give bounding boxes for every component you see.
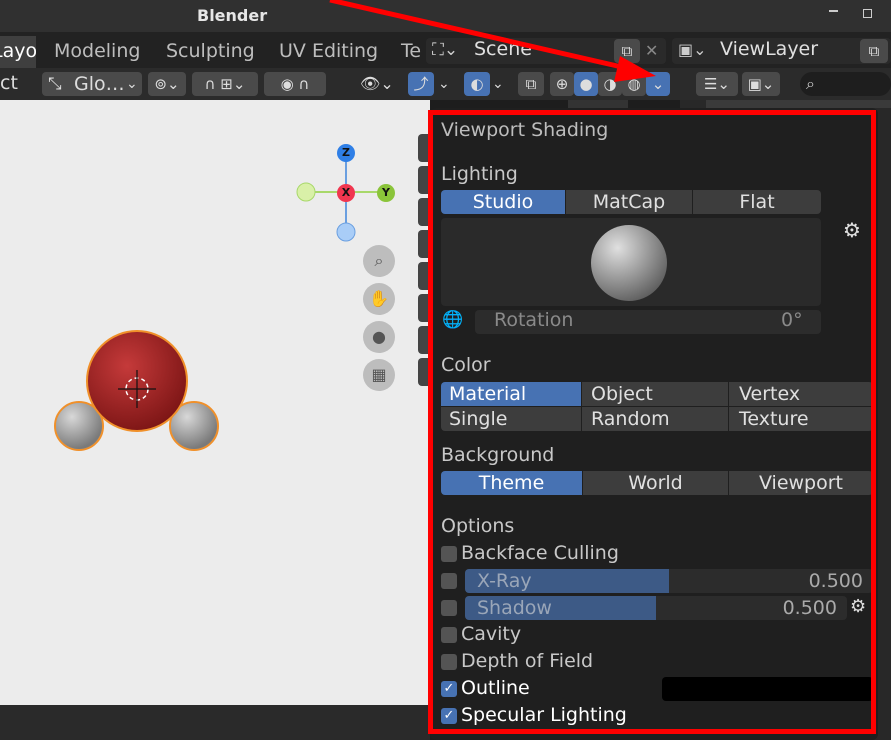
tab-modeling[interactable]: Modeling <box>54 40 140 62</box>
gizmo-icon: ⤴ <box>413 75 429 93</box>
pan-hand-icon[interactable]: ✋ <box>363 283 395 315</box>
outliner-display-mode[interactable]: ☰⌄ <box>696 72 738 96</box>
gizmo-toggle[interactable]: ⤴ <box>408 72 434 96</box>
gizmo-z-axis[interactable]: Z <box>337 144 355 162</box>
new-scene-button[interactable]: ⧉ <box>614 39 640 63</box>
minimize-button[interactable] <box>829 10 838 12</box>
shading-options-dropdown[interactable]: ⌄ <box>646 72 670 96</box>
shading-material-preview[interactable]: ◑ <box>598 72 622 96</box>
gizmo-neg-z <box>336 222 356 242</box>
proportional-editing[interactable]: ◉ ∩ <box>264 72 326 96</box>
tab-texture-paint[interactable]: Te <box>401 40 421 62</box>
overlays-icon: ◐ <box>470 75 484 93</box>
view-layer-icon[interactable]: ▣⌄ <box>678 40 707 59</box>
search-icon: ⌕ <box>806 74 815 93</box>
chevron-down-icon: ⌄ <box>126 76 138 92</box>
copy-icon: ⧉ <box>621 42 633 60</box>
maximize-button[interactable] <box>863 9 872 18</box>
camera-icon[interactable]: ● <box>363 321 395 353</box>
tab-layout-label: Layout <box>0 40 36 62</box>
outliner-row[interactable] <box>706 100 891 108</box>
gizmo-dropdown[interactable]: ⌄ <box>438 72 458 96</box>
status-bar <box>0 705 430 740</box>
grid-icon[interactable]: ▦ <box>363 359 395 391</box>
visibility-dropdown[interactable]: 👁⌄ <box>360 72 398 96</box>
transform-orientation-label: Glo… <box>74 73 125 95</box>
magnet-icon: ∩ ⊞⌄ <box>204 75 246 93</box>
scene-icon[interactable]: ⛶⌄ <box>432 40 458 60</box>
new-view-layer-button[interactable]: ⧉ <box>860 39 888 63</box>
outliner-icon: ☰⌄ <box>703 75 730 93</box>
xray-icon: ⧉ <box>525 75 537 93</box>
viewport-header-area <box>568 100 628 108</box>
gizmo-neg-y <box>296 182 316 202</box>
overlays-toggle[interactable]: ◐ <box>464 72 490 96</box>
chevron-down-icon: ⌄ <box>651 75 665 93</box>
wireframe-sphere-icon: ⊕ <box>555 75 569 93</box>
gizmo-y-axis[interactable]: Y <box>377 184 395 202</box>
view-layer-name[interactable]: ViewLayer <box>720 38 818 60</box>
scene-name[interactable]: Scene <box>474 38 532 60</box>
shading-rendered[interactable]: ◍ <box>622 72 646 96</box>
orientation-icon: ⤡ <box>48 74 62 94</box>
snapping-dropdown[interactable]: ∩ ⊞⌄ <box>192 72 258 96</box>
annotation-highlight-box <box>428 110 876 734</box>
tab-uv-editing[interactable]: UV Editing <box>279 40 378 62</box>
outliner-filter[interactable]: ▣⌄ <box>742 72 780 96</box>
select-menu[interactable]: ct <box>0 72 18 94</box>
viewport-scene <box>54 153 386 451</box>
proportional-editing-icon: ◉ ∩ <box>280 75 310 93</box>
remove-scene-icon[interactable]: ✕ <box>645 41 658 60</box>
tab-sculpting[interactable]: Sculpting <box>166 40 255 62</box>
rendered-sphere-icon: ◍ <box>627 75 641 93</box>
solid-sphere-icon: ● <box>579 75 593 93</box>
shading-wireframe[interactable]: ⊕ <box>550 72 574 96</box>
image-icon: ▣⌄ <box>747 75 775 93</box>
title-bar <box>0 0 891 32</box>
overlays-dropdown[interactable]: ⌄ <box>492 72 512 96</box>
pivot-point-dropdown[interactable]: ⊚⌄ <box>148 72 186 96</box>
gizmo-x-axis[interactable]: X <box>337 184 355 202</box>
shading-solid[interactable]: ● <box>574 72 598 96</box>
zoom-icon[interactable]: ⌕ <box>363 245 395 277</box>
app-title: Blender <box>197 6 268 25</box>
pivot-icon: ⊚⌄ <box>154 75 180 93</box>
material-sphere-icon: ◑ <box>603 75 617 93</box>
xray-toggle[interactable]: ⧉ <box>518 72 544 96</box>
tab-layout[interactable]: Layout <box>0 36 36 68</box>
copy-icon: ⧉ <box>868 42 880 60</box>
